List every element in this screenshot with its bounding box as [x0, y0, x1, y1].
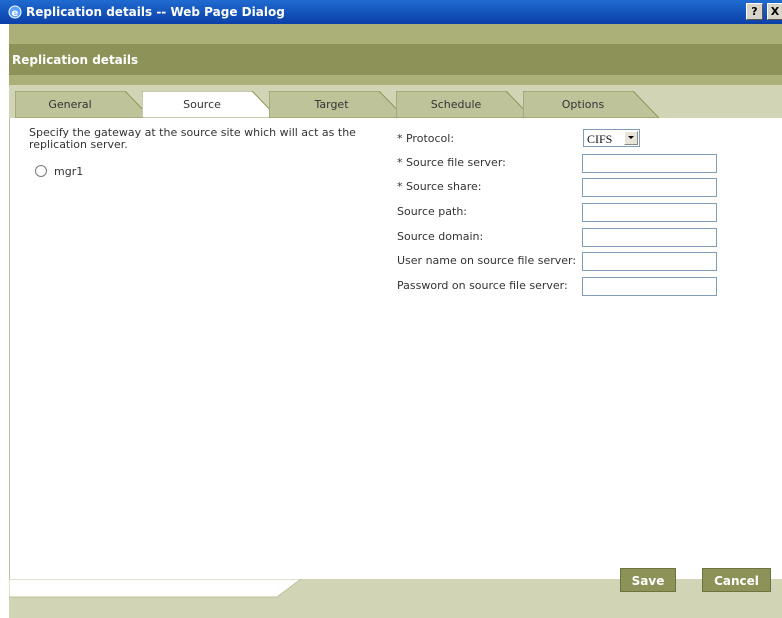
- save-button[interactable]: Save: [620, 568, 676, 592]
- tab-options-label: Options: [561, 98, 605, 111]
- source-username-label: User name on source file server:: [397, 254, 577, 267]
- tab-schedule[interactable]: Schedule: [396, 91, 532, 118]
- source-domain-input[interactable]: [582, 228, 717, 247]
- protocol-value: CIFS: [587, 132, 613, 146]
- protocol-label: * Protocol:: [397, 132, 455, 145]
- dialog-frame: Replication details General Source Targe…: [9, 24, 782, 618]
- tab-strip: General Source Target Schedule Options: [9, 85, 782, 118]
- source-path-input[interactable]: [582, 203, 717, 222]
- gateway-option-mgr1[interactable]: mgr1: [35, 164, 83, 178]
- svg-text:e: e: [12, 8, 19, 19]
- tab-source[interactable]: Source: [142, 91, 278, 118]
- help-button[interactable]: ?: [746, 3, 763, 20]
- tab-schedule-label: Schedule: [430, 98, 482, 111]
- dialog-header: Replication details: [9, 44, 782, 75]
- close-button[interactable]: X: [767, 3, 782, 20]
- window-title-bar: e Replication details -- Web Page Dialog…: [0, 0, 782, 24]
- internet-explorer-icon: e: [8, 5, 22, 19]
- source-share-label: * Source share:: [397, 180, 482, 193]
- source-domain-label: Source domain:: [397, 230, 484, 243]
- source-password-label: Password on source file server:: [397, 279, 568, 292]
- tab-general[interactable]: General: [15, 91, 151, 118]
- cancel-button[interactable]: Cancel: [702, 568, 771, 592]
- protocol-select[interactable]: CIFS: [583, 129, 640, 147]
- source-share-input[interactable]: [582, 178, 717, 197]
- source-password-input[interactable]: [582, 277, 717, 296]
- gateway-radio[interactable]: [35, 165, 47, 177]
- source-username-input[interactable]: [582, 252, 717, 271]
- gateway-label: mgr1: [54, 164, 84, 178]
- tab-options[interactable]: Options: [523, 91, 659, 118]
- source-file-server-label: * Source file server:: [397, 156, 506, 169]
- source-file-server-input[interactable]: [582, 154, 717, 173]
- chevron-down-icon[interactable]: [624, 131, 638, 145]
- dialog-heading: Replication details: [12, 53, 139, 67]
- source-path-label: Source path:: [397, 205, 467, 218]
- window-title: Replication details -- Web Page Dialog: [26, 5, 285, 19]
- gateway-instructions: Specify the gateway at the source site w…: [29, 126, 356, 151]
- tab-source-label: Source: [183, 98, 221, 111]
- tab-general-label: General: [48, 98, 92, 111]
- tab-content-source: Specify the gateway at the source site w…: [9, 118, 782, 579]
- tab-target-label: Target: [314, 98, 349, 111]
- tab-target[interactable]: Target: [269, 91, 405, 118]
